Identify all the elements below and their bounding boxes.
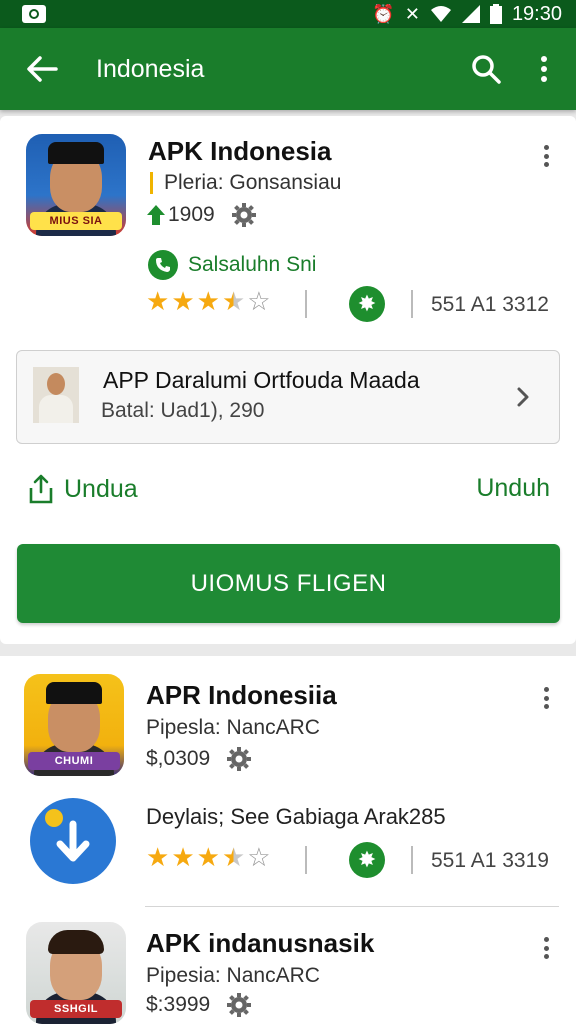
separator <box>411 846 413 874</box>
back-button[interactable] <box>22 49 62 89</box>
developer-name: Salsaluhn Sni <box>188 253 317 276</box>
gear-icon[interactable] <box>226 992 252 1018</box>
item-menu-button[interactable] <box>536 684 556 712</box>
more-vert-icon <box>541 56 547 82</box>
gear-icon[interactable] <box>226 746 252 772</box>
app-icon-banner: MIUS SIA <box>30 212 122 230</box>
developer-row[interactable]: Salsaluhn Sni <box>148 250 316 280</box>
battery-icon <box>489 4 502 24</box>
app-icon[interactable]: SSHGIL <box>26 922 126 1024</box>
app-price: $:3999 <box>146 993 211 1016</box>
overflow-menu-button[interactable] <box>524 49 564 89</box>
featured-app-card: MIUS SIA APK Indonesia Pleria: Gonsansia… <box>0 116 576 644</box>
back-arrow-icon <box>27 56 58 82</box>
download-label: Unduh <box>476 474 550 502</box>
signal-icon <box>461 5 480 23</box>
separator <box>305 846 307 874</box>
status-bar: ⏰ ✕ 19:30 <box>0 0 576 28</box>
featured-app-title: APP Daralumi Ortfouda Maada <box>103 367 420 393</box>
app-price-row: $,0309 <box>146 746 252 772</box>
review-count: 551 A1 3312 <box>431 293 549 316</box>
app-icon[interactable]: MIUS SIA <box>26 134 126 236</box>
download-count: 1909 <box>146 202 257 228</box>
vibrate-icon: ✕ <box>404 4 420 24</box>
download-icon <box>30 798 116 884</box>
app-price: $,0309 <box>146 747 211 770</box>
wifi-icon <box>430 6 451 22</box>
app-title[interactable]: APK Indonesia <box>148 136 331 167</box>
clock: 19:30 <box>511 2 562 25</box>
award-badge-icon: ✸ <box>349 286 385 322</box>
app-subtitle: Pipesia: NancARC <box>146 964 320 987</box>
app-title[interactable]: APK indanusnasik <box>146 928 374 959</box>
award-badge-icon: ✸ <box>349 842 385 878</box>
notification-icon <box>22 5 46 23</box>
app-details: Deylais; See Gabiaga Arak285 <box>146 804 446 829</box>
list-divider <box>145 906 559 907</box>
share-label: Undua <box>64 474 138 503</box>
search-icon <box>472 55 501 84</box>
category-marker <box>150 172 153 194</box>
alarm-icon: ⏰ <box>372 4 395 24</box>
download-app-icon[interactable] <box>28 796 118 886</box>
featured-app-subtitle: Batal: Uad1), 290 <box>101 399 265 422</box>
trending-icon <box>147 205 165 225</box>
separator <box>305 290 307 318</box>
page-title: Indonesia <box>96 54 205 83</box>
chevron-right-icon <box>517 387 529 407</box>
phone-icon <box>148 250 178 280</box>
share-button[interactable]: Undua <box>28 474 138 504</box>
app-icon[interactable]: CHUMI <box>24 674 124 776</box>
search-button[interactable] <box>466 49 506 89</box>
app-title[interactable]: APR Indonesiia <box>146 680 337 711</box>
featured-app-row[interactable]: APP Daralumi Ortfouda Maada Batal: Uad1)… <box>16 350 560 444</box>
app-icon-banner: CHUMI <box>28 752 120 770</box>
app-bar: Indonesia <box>0 28 576 110</box>
rating-stars: ★ ★ ★ ★ ☆ <box>146 286 271 316</box>
download-link[interactable]: Unduh <box>476 474 550 503</box>
item-menu-button[interactable] <box>536 142 556 170</box>
app-subtitle: Pipesla: NancARC <box>146 716 320 739</box>
separator <box>411 290 413 318</box>
app-list-card: CHUMI APR Indonesiia Pipesla: NancARC $,… <box>0 656 576 1024</box>
gear-icon[interactable] <box>231 202 257 228</box>
primary-action-button[interactable]: UIOMUS FLIGEN <box>17 544 560 623</box>
status-icons: ⏰ ✕ 19:30 <box>372 3 562 26</box>
app-subtitle: Pleria: Gonsansiau <box>164 171 342 194</box>
app-icon-banner: SSHGIL <box>30 1000 122 1018</box>
app-price-row: $:3999 <box>146 992 252 1018</box>
featured-app-thumbnail <box>33 367 79 423</box>
item-menu-button[interactable] <box>536 934 556 962</box>
share-icon <box>29 474 53 504</box>
rating-stars: ★ ★ ★ ★ ☆ <box>146 842 271 872</box>
review-count: 551 A1 3319 <box>431 849 549 872</box>
